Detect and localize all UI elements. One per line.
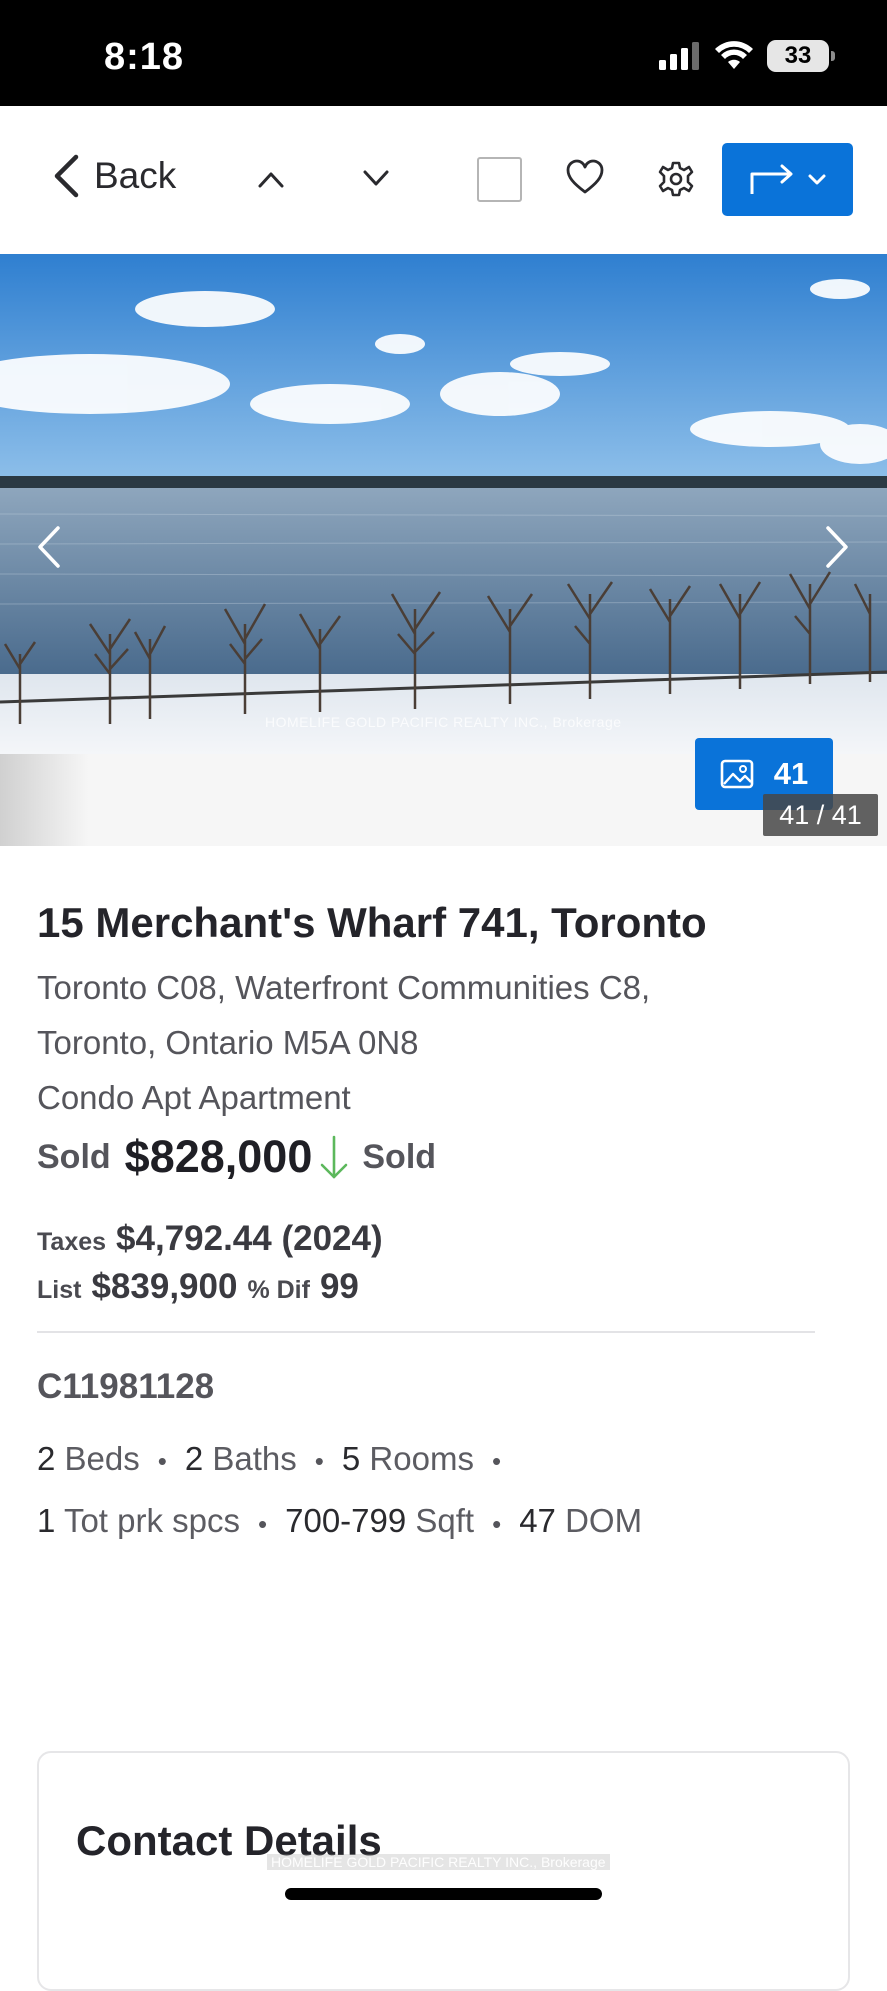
select-checkbox[interactable] bbox=[477, 157, 522, 202]
chevron-left-icon bbox=[38, 526, 60, 568]
share-button[interactable] bbox=[722, 143, 853, 216]
photo-watermark: HOMELIFE GOLD PACIFIC REALTY INC., Broke… bbox=[265, 714, 622, 730]
chevron-up-icon bbox=[258, 172, 284, 188]
photo-gallery[interactable]: HOMELIFE GOLD PACIFIC REALTY INC., Broke… bbox=[0, 254, 887, 846]
top-toolbar: Back bbox=[0, 106, 887, 254]
cellular-signal-icon bbox=[659, 42, 699, 70]
area-line-1: Toronto C08, Waterfront Communities C8, bbox=[37, 969, 651, 1007]
taxes-label: Taxes bbox=[37, 1228, 107, 1257]
battery-indicator: 33 bbox=[767, 40, 835, 72]
sold-price-row: Sold $828,000 Sold bbox=[37, 1131, 857, 1183]
contact-watermark: HOMELIFE GOLD PACIFIC REALTY INC., Broke… bbox=[267, 1854, 610, 1870]
taxes-value: $4,792.44 (2024) bbox=[116, 1219, 383, 1259]
settings-button[interactable] bbox=[656, 152, 696, 206]
sold-price: $828,000 bbox=[124, 1131, 313, 1183]
contact-details-card: Contact Details bbox=[37, 1751, 850, 1991]
sqft-label: Sqft bbox=[415, 1502, 475, 1540]
mls-number: C11981128 bbox=[37, 1367, 215, 1407]
list-label: List bbox=[37, 1276, 82, 1305]
separator-dot: • bbox=[491, 1446, 502, 1477]
photo-count-value: 41 bbox=[773, 756, 809, 791]
taxes-row: Taxes $4,792.44 (2024) bbox=[37, 1219, 857, 1259]
parking-count: 1 bbox=[37, 1502, 56, 1540]
percent-dif-value: 99 bbox=[319, 1267, 359, 1307]
listing-details: 15 Merchant's Wharf 741, Toronto Toronto… bbox=[37, 899, 857, 1554]
listing-photo bbox=[0, 254, 887, 754]
gear-icon bbox=[658, 161, 694, 197]
chevron-right-icon bbox=[826, 526, 848, 568]
rooms-count: 5 bbox=[341, 1440, 361, 1478]
dom-count: 47 bbox=[519, 1502, 556, 1540]
percent-dif-label: % Dif bbox=[247, 1276, 310, 1305]
back-label: Back bbox=[94, 155, 177, 196]
status-bar: 8:18 33 bbox=[0, 0, 887, 106]
sqft-range: 700-799 bbox=[285, 1502, 407, 1540]
list-price: $839,900 bbox=[91, 1267, 238, 1307]
listing-address: 15 Merchant's Wharf 741, Toronto bbox=[37, 899, 707, 946]
next-listing-button[interactable] bbox=[361, 152, 391, 206]
separator-dot: • bbox=[258, 1508, 268, 1539]
rooms-label: Rooms bbox=[369, 1440, 474, 1478]
status-icons: 33 bbox=[659, 40, 835, 72]
sold-label: Sold bbox=[37, 1137, 111, 1176]
favorite-button[interactable] bbox=[565, 152, 605, 206]
status-time: 8:18 bbox=[104, 36, 185, 78]
wifi-icon bbox=[715, 41, 753, 69]
listing-area: Toronto C08, Waterfront Communities C8, … bbox=[37, 960, 857, 1125]
section-divider bbox=[37, 1331, 815, 1334]
beds-count: 2 bbox=[37, 1440, 56, 1478]
area-line-2: Toronto, Ontario M5A 0N8 bbox=[37, 1024, 419, 1062]
share-icon bbox=[750, 164, 792, 194]
beds-label: Beds bbox=[64, 1440, 140, 1478]
chevron-left-icon bbox=[54, 154, 79, 198]
home-indicator[interactable] bbox=[285, 1888, 602, 1900]
baths-label: Baths bbox=[212, 1440, 297, 1478]
property-facts: 2 Beds • 2 Baths • 5 Rooms • 1 Tot prk spcs • 7… bbox=[37, 1429, 857, 1554]
property-type: Condo Apt Apartment bbox=[37, 1079, 351, 1117]
facts-line-1: 2 Beds • 2 Baths • 5 Rooms • bbox=[37, 1429, 857, 1491]
baths-count: 2 bbox=[184, 1440, 204, 1478]
back-button[interactable]: Back bbox=[52, 154, 176, 198]
separator-dot: • bbox=[157, 1446, 167, 1477]
heart-icon bbox=[566, 159, 604, 194]
chevron-down-icon bbox=[808, 174, 825, 184]
previous-photo-button[interactable] bbox=[36, 524, 62, 575]
separator-dot: • bbox=[314, 1446, 324, 1477]
separator-dot: • bbox=[492, 1508, 502, 1539]
dom-label: DOM bbox=[565, 1502, 643, 1540]
price-down-arrow-icon bbox=[321, 1135, 348, 1179]
next-photo-button[interactable] bbox=[824, 524, 850, 575]
chevron-down-icon bbox=[363, 170, 389, 186]
previous-listing-button[interactable] bbox=[256, 152, 286, 206]
image-icon bbox=[720, 759, 754, 789]
photo-index: 41 / 41 bbox=[763, 794, 878, 836]
facts-line-2: 1 Tot prk spcs • 700-799 Sqft • 47 DOM bbox=[37, 1491, 857, 1553]
parking-label: Tot prk spcs bbox=[63, 1502, 240, 1540]
sold-status: Sold bbox=[362, 1137, 437, 1176]
list-price-row: List $839,900 % Dif 99 bbox=[37, 1267, 857, 1307]
